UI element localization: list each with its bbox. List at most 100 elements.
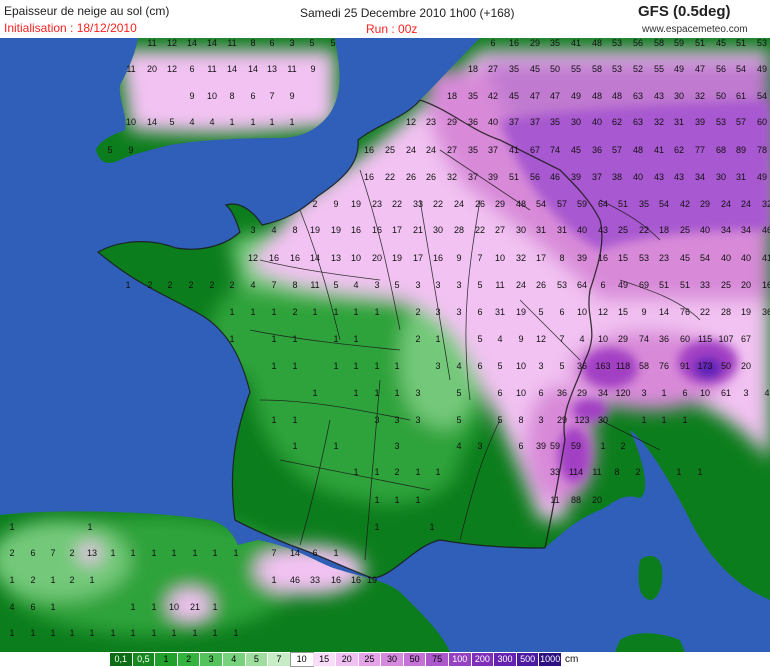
grid-value: 3 [435,280,440,290]
grid-value: 9 [641,307,646,317]
grid-value: 118 [616,361,630,371]
grid-value: 6 [490,38,495,48]
grid-value: 8 [250,38,255,48]
grid-value: 1 [50,602,55,612]
grid-value: 1 [353,388,358,398]
grid-value: 56 [716,64,726,74]
grid-value: 20 [592,495,602,505]
grid-value: 1 [333,334,338,344]
grid-value: 40 [741,253,751,263]
grid-value: 6 [538,388,543,398]
grid-value: 40 [577,225,587,235]
grid-value: 40 [488,117,498,127]
grid-value: 43 [598,225,608,235]
site-label: www.espacemeteo.com [642,24,748,35]
grid-value: 37 [509,117,519,127]
grid-value: 163 [595,361,610,371]
grid-value: 1 [125,280,130,290]
grid-value: 1 [374,495,379,505]
grid-value: 12 [167,64,177,74]
grid-value: 2 [188,280,193,290]
grid-value: 39 [695,117,705,127]
grid-value: 1 [212,548,217,558]
grid-value: 1 [271,415,276,425]
grid-value: 1 [353,334,358,344]
grid-value: 1 [374,388,379,398]
grid-value: 9 [333,199,338,209]
grid-value: 1 [333,441,338,451]
grid-value: 25 [721,280,731,290]
grid-value: 11 [592,467,601,477]
grid-value: 22 [392,199,402,209]
grid-value: 3 [477,441,482,451]
legend-swatch: 500 [516,653,540,666]
grid-value: 3 [415,280,420,290]
grid-value: 8 [292,225,297,235]
grid-value: 3 [415,388,420,398]
grid-value: 27 [488,64,498,74]
grid-value: 16 [372,225,382,235]
grid-value: 56 [530,172,540,182]
grid-value: 173 [697,361,712,371]
grid-value: 7 [559,334,564,344]
grid-value: 30 [433,225,443,235]
grid-value: 43 [674,172,684,182]
grid-value: 6 [30,602,35,612]
grid-value: 18 [447,91,457,101]
grid-value: 14 [659,307,669,317]
grid-value: 2 [394,467,399,477]
grid-value: 8 [518,415,523,425]
grid-value: 42 [488,91,498,101]
grid-value: 7 [477,253,482,263]
grid-value: 3 [456,280,461,290]
legend-swatch: 2 [177,653,201,666]
grid-value: 11 [495,280,504,290]
grid-value: 30 [598,415,608,425]
grid-value: 1 [171,548,176,558]
grid-value: 10 [169,602,179,612]
grid-value: 1 [292,361,297,371]
grid-value: 32 [516,253,526,263]
grid-value: 10 [126,117,136,127]
legend-swatch: 25 [358,653,382,666]
grid-value: 24 [516,280,526,290]
grid-value: 6 [477,307,482,317]
legend-swatch: 75 [426,653,449,666]
grid-value: 3 [456,307,461,317]
grid-value: 40 [633,172,643,182]
grid-value: 4 [250,280,255,290]
grid-value: 46 [290,575,300,585]
grid-value: 13 [267,64,277,74]
grid-value: 40 [592,117,602,127]
grid-value: 1 [661,415,666,425]
grid-value: 5 [497,361,502,371]
grid-value: 2 [147,280,152,290]
grid-value: 41 [654,145,664,155]
grid-value: 1 [89,575,94,585]
grid-value: 77 [695,145,705,155]
grid-value: 5 [309,38,314,48]
grid-value: 1 [192,548,197,558]
grid-value: 6 [518,441,523,451]
grid-value: 1 [374,522,379,532]
grid-value: 9 [456,253,461,263]
grid-value: 55 [571,64,581,74]
grid-value: 23 [426,117,436,127]
grid-value: 15 [618,253,628,263]
grid-value: 3 [374,280,379,290]
grid-value: 16 [364,172,374,182]
grid-value: 1 [394,495,399,505]
grid-value: 26 [426,172,436,182]
grid-value: 58 [639,361,649,371]
snow-depth-map: 11 12 14 14 11 8 6 3 5 511 20 12 6 11 14 14 13 11 99 10 8 6 7 9… [0,38,770,652]
grid-value: 4 [764,388,769,398]
grid-value: 1 [682,415,687,425]
grid-value: 6 [30,548,35,558]
grid-value: 55 [654,64,664,74]
grid-value: 32 [762,199,770,209]
grid-value: 16 [762,280,770,290]
grid-value: 20 [741,280,751,290]
grid-value: 1 [269,117,274,127]
grid-value: 1 [394,388,399,398]
grid-value: 1 [151,628,156,638]
